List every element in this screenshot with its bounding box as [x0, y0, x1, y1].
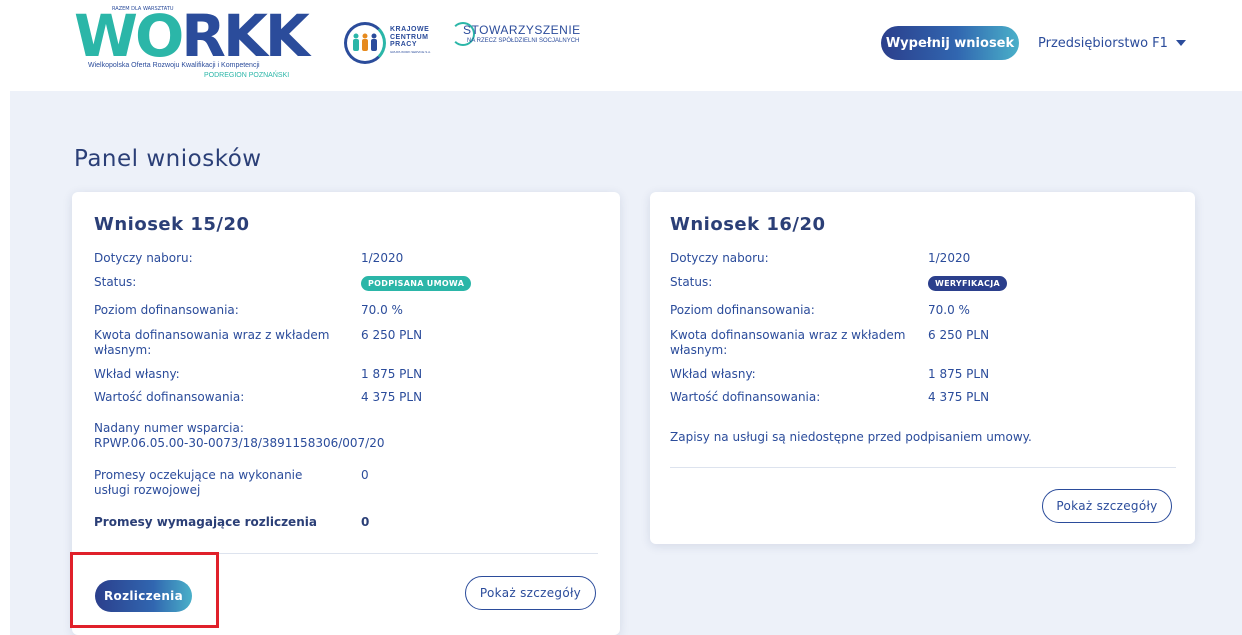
company-name: Przedsiębiorstwo F1 — [1038, 35, 1168, 51]
funding-level-value: 70.0 % — [928, 303, 970, 317]
status-label: Status: — [94, 275, 137, 289]
funding-level-label: Poziom dofinansowania: — [670, 303, 815, 317]
workk-logo-subtitle: Wielkopolska Oferta Rozwoju Kwalifikacji… — [88, 62, 260, 69]
grant-value-value: 4 375 PLN — [928, 390, 990, 404]
funding-amount-value: 6 250 PLN — [928, 328, 990, 342]
show-details-button[interactable]: Pokaż szczegóły — [465, 576, 596, 610]
grant-value-label: Wartość dofinansowania: — [94, 390, 245, 404]
services-unavailable-notice: Zapisy na usługi są niedostępne przed po… — [670, 430, 1032, 444]
own-contribution-label: Wkład własny: — [670, 367, 756, 381]
status-badge: WERYFIKACJA — [928, 276, 1007, 291]
grant-value-value: 4 375 PLN — [361, 390, 423, 404]
support-number-label: Nadany numer wsparcia: — [94, 421, 244, 435]
support-number-value: RPWP.06.05.00-30-0073/18/3891158306/007/… — [94, 436, 385, 450]
people-icon — [353, 33, 377, 51]
funding-amount-value: 6 250 PLN — [361, 328, 423, 342]
promises-to-settle-value: 0 — [361, 515, 370, 529]
status-badge: PODPISANA UMOWA — [361, 276, 472, 291]
recruitment-value: 1/2020 — [928, 251, 971, 265]
own-contribution-value: 1 875 PLN — [928, 367, 990, 381]
grant-value-label: Wartość dofinansowania: — [670, 390, 821, 404]
kcp-logo-text: KRAJOWE CENTRUM PRACY GRUPA WORK SERVICE… — [390, 26, 431, 54]
application-card-16-20: Wniosek 16/20 Dotyczy naboru: 1/2020 Sta… — [650, 192, 1195, 544]
show-details-button[interactable]: Pokaż szczegóły — [1042, 489, 1172, 523]
stowarzyszenie-logo: STOWARZYSZENIE NA RZECZ SPÓŁDZIELNI SOCJ… — [451, 22, 631, 52]
funding-amount-label: Kwota dofinansowania wraz z wkładem włas… — [94, 328, 330, 357]
workk-logo-region: PODREGION POZNAŃSKI — [204, 72, 290, 79]
recruitment-label: Dotyczy naboru: — [94, 251, 193, 265]
application-title: Wniosek 16/20 — [670, 214, 826, 235]
top-header: WORKK RAZEM DLA WARSZTATU Wielkopolska O… — [0, 0, 1242, 91]
workk-logo[interactable]: WORKK RAZEM DLA WARSZTATU Wielkopolska O… — [74, 6, 314, 90]
card-divider — [670, 467, 1176, 468]
status-label: Status: — [670, 275, 713, 289]
own-contribution-value: 1 875 PLN — [361, 367, 423, 381]
card-divider — [94, 553, 598, 554]
workk-logo-text: WORKK — [74, 2, 310, 70]
funding-amount-label: Kwota dofinansowania wraz z wkładem włas… — [670, 328, 906, 357]
main-content: Panel wniosków Wniosek 15/20 Dotyczy nab… — [10, 91, 1242, 635]
funding-level-value: 70.0 % — [361, 303, 403, 317]
promises-to-settle-label: Promesy wymagające rozliczenia — [94, 515, 317, 529]
application-title: Wniosek 15/20 — [94, 214, 250, 235]
funding-level-label: Poziom dofinansowania: — [94, 303, 239, 317]
pending-promises-label: Promesy oczekujące na wykonanie usługi r… — [94, 468, 303, 497]
workk-logo-tag: RAZEM DLA WARSZTATU — [110, 6, 176, 12]
application-card-15-20: Wniosek 15/20 Dotyczy naboru: 1/2020 Sta… — [72, 192, 620, 635]
page-title: Panel wniosków — [74, 146, 262, 172]
stow-logo-title: STOWARZYSZENIE — [463, 23, 581, 37]
recruitment-value: 1/2020 — [361, 251, 404, 265]
company-dropdown[interactable]: Przedsiębiorstwo F1 — [1038, 32, 1186, 54]
stow-logo-subtitle: NA RZECZ SPÓŁDZIELNI SOCJALNYCH — [467, 38, 580, 44]
settlements-button[interactable]: Rozliczenia — [95, 580, 192, 612]
own-contribution-label: Wkład własny: — [94, 367, 180, 381]
pending-promises-value: 0 — [361, 468, 369, 482]
fill-application-button[interactable]: Wypełnij wniosek — [881, 26, 1019, 60]
krajowe-centrum-pracy-logo: KRAJOWE CENTRUM PRACY GRUPA WORK SERVICE… — [344, 22, 438, 64]
caret-down-icon — [1175, 40, 1186, 46]
recruitment-label: Dotyczy naboru: — [670, 251, 769, 265]
